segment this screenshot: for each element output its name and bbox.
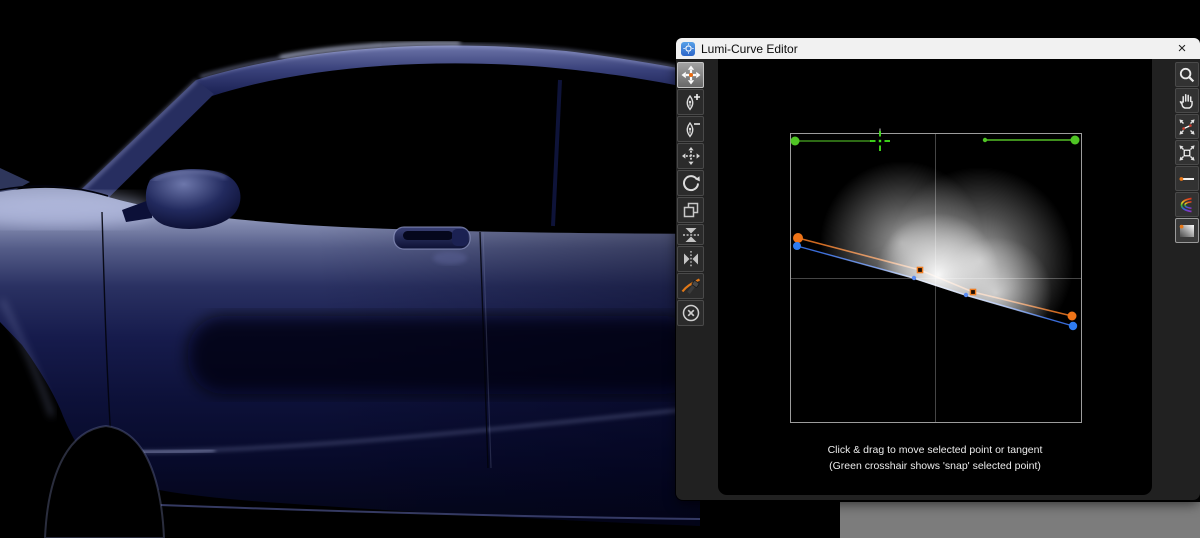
window-titlebar[interactable]: Lumi-Curve Editor × — [676, 38, 1200, 59]
right-toolbar — [1175, 62, 1199, 244]
rainbow-curve-icon — [1180, 197, 1192, 212]
preset-flat-curve-button[interactable] — [1175, 166, 1199, 191]
application-stage: Lumi-Curve Editor × Click & drag to move… — [0, 0, 1200, 538]
preset-gradient-button[interactable] — [1175, 218, 1199, 243]
left-toolbar — [677, 62, 705, 327]
curve-editor-canvas[interactable]: Click & drag to move selected point or t… — [718, 59, 1152, 495]
frame-curve-button[interactable] — [1175, 114, 1199, 139]
curve-tool-icon — [681, 278, 700, 294]
blue-endpoint-left[interactable] — [793, 242, 801, 250]
pen-minus-icon — [686, 121, 700, 138]
deselect-button[interactable] — [677, 300, 704, 326]
luminance-histogram-blob — [820, 161, 1074, 333]
move-point-button[interactable] — [677, 62, 704, 88]
flatten-vertical-button[interactable] — [677, 224, 704, 245]
flat-line-icon — [1179, 176, 1194, 181]
instruction-line-2: (Green crosshair shows 'snap' selected p… — [829, 459, 1041, 472]
add-point-button[interactable] — [677, 89, 704, 115]
gradient-swatch-icon — [1179, 224, 1194, 237]
overlap-squares-icon — [683, 202, 698, 218]
desktop-background-gray — [840, 502, 1200, 538]
move-arrows-icon — [681, 65, 700, 85]
collapse-vertical-icon — [682, 227, 699, 242]
break-tangent-button[interactable] — [677, 273, 704, 299]
flatten-horizontal-button[interactable] — [677, 246, 704, 272]
car-render-image — [0, 0, 700, 538]
close-button[interactable]: × — [1170, 38, 1194, 59]
circle-x-icon — [682, 304, 699, 322]
lumi-curve-editor-window: Lumi-Curve Editor × Click & drag to move… — [676, 38, 1200, 500]
remove-point-button[interactable] — [677, 116, 704, 142]
blue-midpoint-2[interactable] — [963, 292, 969, 298]
tangent-point-right[interactable] — [1070, 135, 1080, 145]
collapse-horizontal-icon — [683, 251, 698, 267]
tangent-point-left[interactable] — [790, 136, 800, 146]
preset-color-curve-button[interactable] — [1175, 192, 1199, 217]
blue-endpoint-right[interactable] — [1068, 321, 1078, 331]
blue-midpoint-1[interactable] — [911, 275, 917, 281]
orange-endpoint-left[interactable] — [793, 233, 803, 243]
expand-curve-icon — [1179, 118, 1195, 135]
orange-midpoint-1[interactable] — [916, 266, 924, 274]
duplicate-point-button[interactable] — [677, 197, 704, 223]
frame-all-button[interactable] — [1175, 140, 1199, 165]
orange-endpoint-right[interactable] — [1067, 311, 1077, 321]
zoom-button[interactable] — [1175, 62, 1199, 87]
expand-frame-icon — [1179, 144, 1195, 161]
rotate-icon — [682, 175, 700, 192]
dialog-body: Click & drag to move selected point or t… — [676, 59, 1200, 500]
curve-plot[interactable] — [784, 127, 1088, 429]
orange-midpoint-2[interactable] — [969, 288, 977, 296]
magnifier-icon — [1179, 67, 1195, 82]
window-title: Lumi-Curve Editor — [701, 41, 798, 56]
pan-button[interactable] — [1175, 88, 1199, 113]
instruction-line-1: Click & drag to move selected point or t… — [827, 444, 1043, 456]
app-icon — [681, 41, 695, 56]
instruction-text: Click & drag to move selected point or t… — [718, 443, 1152, 474]
hand-icon — [1179, 93, 1193, 109]
pen-plus-icon — [686, 94, 700, 111]
dotted-move-icon — [681, 147, 700, 165]
rotate-tangent-button[interactable] — [677, 170, 704, 196]
nudge-point-button[interactable] — [677, 143, 704, 169]
